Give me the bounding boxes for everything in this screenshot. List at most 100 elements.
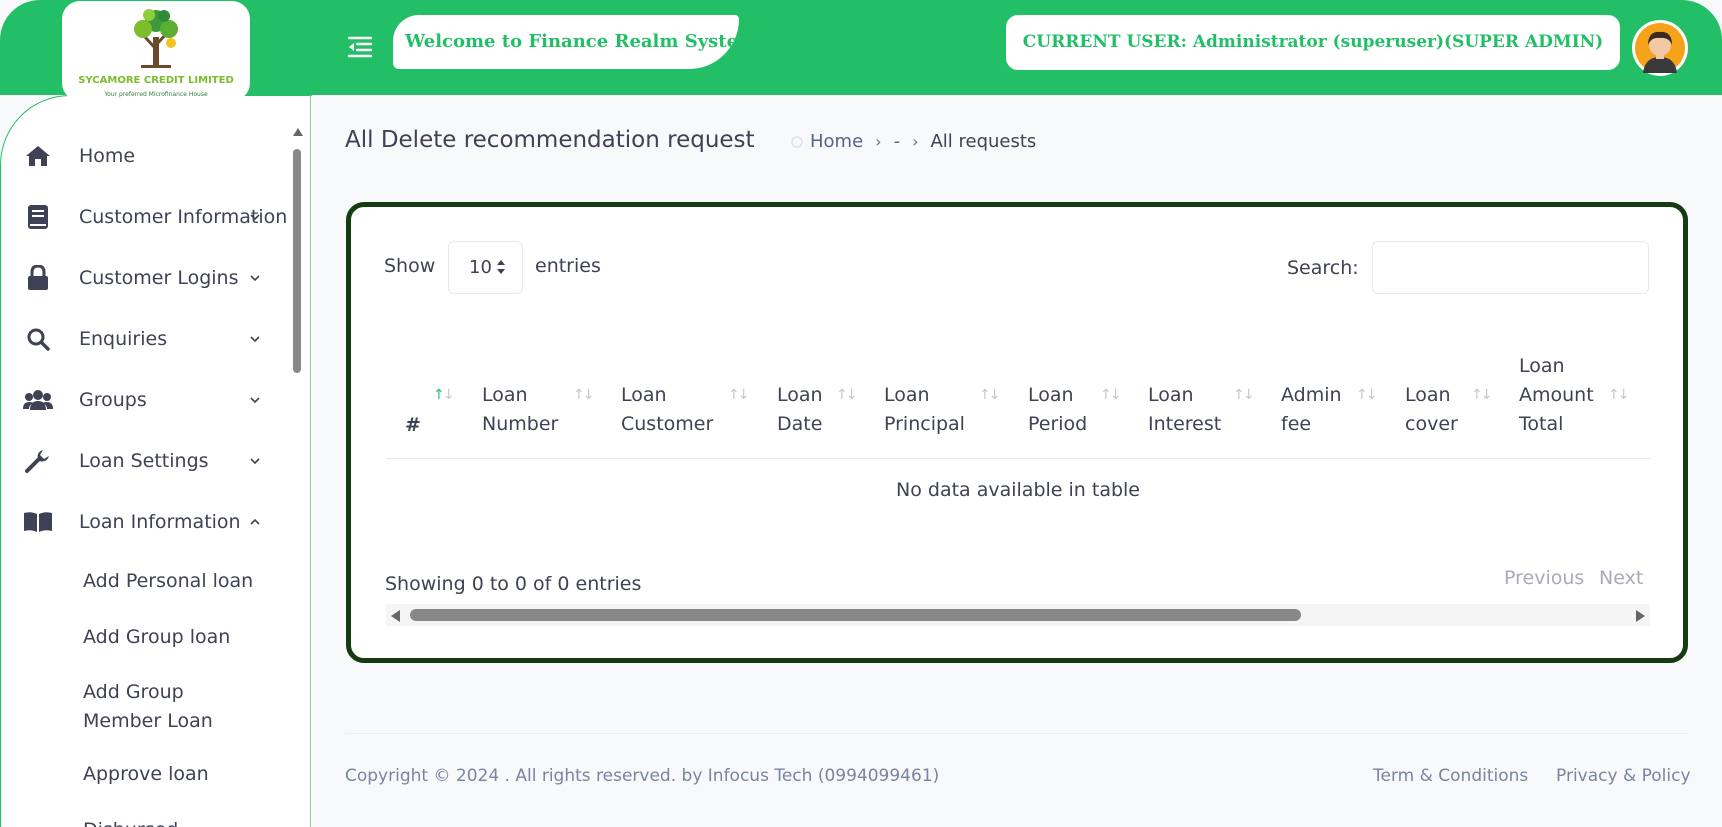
sidebar-item-enquiries[interactable]: Enquiries <box>23 319 293 359</box>
sidebar-item-label: Home <box>79 145 136 167</box>
sort-icon: ↑↓ <box>1233 387 1255 403</box>
open-book-icon <box>23 508 53 536</box>
sidebar-item-label: Groups <box>79 389 147 411</box>
sort-icon: ↑↓ <box>1471 387 1493 403</box>
column-header-label: Number <box>482 413 559 435</box>
table-horizontal-scrollbar[interactable] <box>386 604 1650 626</box>
chevron-down-icon <box>250 458 260 465</box>
sidebar-item-label: Customer Logins <box>79 267 239 289</box>
footer-privacy-link[interactable]: Privacy & Policy <box>1556 766 1691 786</box>
sidebar-subitem-add-group-member-loan[interactable]: Add Group Member Loan <box>83 678 213 736</box>
sidebar-item-customer-logins[interactable]: Customer Logins <box>23 258 293 298</box>
lock-icon <box>23 264 53 292</box>
chevron-down-icon <box>250 336 260 343</box>
sidebar-item-loan-settings[interactable]: Loan Settings <box>23 441 293 481</box>
column-header-label: Customer <box>621 413 714 435</box>
sidebar-item-label: Enquiries <box>79 328 168 350</box>
column-header-label: Total <box>1519 413 1564 435</box>
column-header-admin-fee[interactable]: Admin fee <box>1281 381 1342 439</box>
column-header-label: Loan <box>482 384 528 406</box>
menu-toggle-icon[interactable] <box>345 33 375 59</box>
scroll-up-arrow-icon[interactable] <box>293 128 303 136</box>
tree-logo-icon <box>134 9 178 68</box>
scroll-right-arrow-icon[interactable] <box>1636 610 1645 622</box>
avatar-icon <box>1635 23 1685 73</box>
chevron-down-icon <box>250 275 260 282</box>
sort-icon: ↑↓ <box>836 387 858 403</box>
users-icon <box>23 386 53 414</box>
sidebar-scroll-thumb[interactable] <box>293 149 301 373</box>
column-header-loan-interest[interactable]: Loan Interest <box>1148 381 1221 439</box>
sidebar-item-customer-information[interactable]: Customer Information <box>23 197 293 237</box>
sidebar-subitem-label: Add Group <box>83 681 184 703</box>
column-header-label: fee <box>1281 413 1312 435</box>
column-header-loan-number[interactable]: Loan Number <box>482 381 558 439</box>
page-size-select[interactable]: 10 <box>448 241 523 294</box>
sidebar-item-groups[interactable]: Groups <box>23 380 293 420</box>
column-header-label: Period <box>1028 413 1088 435</box>
pagination-previous[interactable]: Previous <box>1504 567 1584 589</box>
sort-icon: ↑↓ <box>1100 387 1122 403</box>
column-header-label: Principal <box>884 413 965 435</box>
pagination-next[interactable]: Next <box>1599 567 1643 589</box>
table-search-input[interactable] <box>1372 241 1649 294</box>
book-icon <box>23 203 53 231</box>
sort-icon: ↑↓ <box>728 387 750 403</box>
column-header-label: cover <box>1405 413 1458 435</box>
breadcrumb-home-link[interactable]: Home <box>810 131 863 152</box>
column-header-label: Loan <box>1519 355 1565 377</box>
breadcrumb-separator-icon: › <box>875 132 882 151</box>
sidebar-subitem-add-group-loan[interactable]: Add Group loan <box>83 623 230 652</box>
wrench-icon <box>23 447 53 475</box>
footer-terms-link[interactable]: Term & Conditions <box>1373 766 1528 786</box>
sidebar-item-home[interactable]: Home <box>23 136 293 176</box>
welcome-banner: Welcome to Finance Realm System <box>393 15 739 69</box>
chevron-down-icon <box>250 214 260 221</box>
column-header-index[interactable]: # <box>405 411 421 440</box>
column-header-label: Amount <box>1519 384 1594 406</box>
sidebar-subitem-label: Member Loan <box>83 710 213 732</box>
column-header-loan-date[interactable]: Loan Date <box>777 381 823 439</box>
sidebar-item-loan-information[interactable]: Loan Information <box>23 502 293 542</box>
sort-asc-icon: ↑↓ <box>433 387 454 403</box>
column-header-loan-amount-total[interactable]: Loan Amount Total <box>1519 352 1594 439</box>
sidebar-item-label: Loan Information <box>79 511 241 533</box>
sort-icon: ↑↓ <box>573 387 595 403</box>
sidebar: Home Customer Information Customer Login… <box>0 95 312 827</box>
home-outline-icon <box>791 135 803 148</box>
column-header-loan-customer[interactable]: Loan Customer <box>621 381 713 439</box>
column-header-loan-period[interactable]: Loan Period <box>1028 381 1087 439</box>
user-avatar[interactable] <box>1632 20 1688 76</box>
sidebar-subitem-approve-loan[interactable]: Approve loan <box>83 760 209 789</box>
sort-icon: ↑↓ <box>1356 387 1378 403</box>
search-icon <box>23 325 53 353</box>
breadcrumb-current: All requests <box>930 131 1037 152</box>
home-icon <box>23 142 53 170</box>
column-header-label: Loan <box>621 384 667 406</box>
breadcrumb-middle: - <box>893 131 901 152</box>
column-header-label: Loan <box>1405 384 1451 406</box>
sort-updown-icon <box>497 260 505 274</box>
column-header-label: Date <box>777 413 823 435</box>
footer-copyright: Copyright © 2024 . All rights reserved. … <box>345 766 940 786</box>
scroll-left-arrow-icon[interactable] <box>391 610 400 622</box>
column-header-label: Interest <box>1148 413 1222 435</box>
chevron-down-icon <box>250 397 260 404</box>
brand-logo[interactable]: SYCAMORE CREDIT LIMITED Your preferred M… <box>62 1 250 101</box>
sidebar-subitem-disbursed[interactable]: Disbursed <box>83 816 178 827</box>
footer-divider <box>345 733 1688 734</box>
search-label: Search: <box>1287 257 1359 279</box>
sidebar-scrollbar[interactable] <box>290 128 304 827</box>
sidebar-subitem-add-personal-loan[interactable]: Add Personal loan <box>83 567 253 596</box>
column-header-label: Loan <box>1028 384 1074 406</box>
table-scroll-thumb[interactable] <box>410 609 1301 621</box>
table-empty-message: No data available in table <box>896 479 1140 501</box>
sidebar-divider <box>310 95 311 827</box>
breadcrumb: Home › - › All requests <box>790 131 1036 152</box>
sort-icon: ↑↓ <box>1608 387 1630 403</box>
column-header-label: Loan <box>884 384 930 406</box>
show-label: Show <box>384 255 436 277</box>
column-header-label: Loan <box>1148 384 1194 406</box>
column-header-loan-cover[interactable]: Loan cover <box>1405 381 1458 439</box>
column-header-loan-principal[interactable]: Loan Principal <box>884 381 965 439</box>
